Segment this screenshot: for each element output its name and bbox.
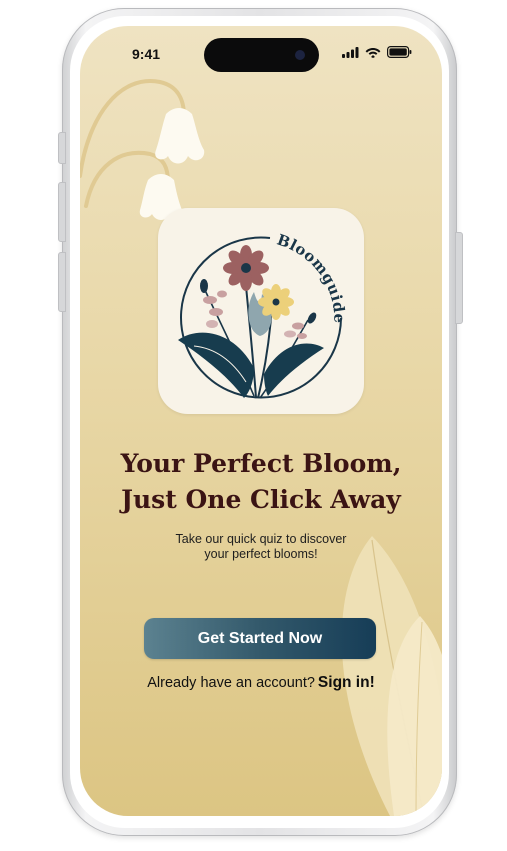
hero-headline-line2: Just One Click Away — [121, 485, 401, 514]
leaf-decoration-icon — [341, 536, 442, 816]
phone-power-button — [455, 232, 463, 324]
signin-prompt: Already have an account? — [147, 675, 315, 691]
phone-volume-up-button — [58, 182, 66, 242]
camera-icon — [295, 50, 305, 60]
status-icons — [342, 46, 412, 58]
wifi-icon — [365, 48, 381, 58]
hero-headline-line1: Your Perfect Bloom, — [120, 449, 402, 478]
phone-volume-down-button — [58, 252, 66, 312]
hero-subtext-line2: your perfect blooms! — [204, 547, 318, 561]
dynamic-island — [204, 38, 319, 72]
get-started-button[interactable]: Get Started Now — [144, 618, 376, 659]
battery-icon — [387, 46, 412, 58]
app-screen: 9:41 Bloomguide Your Perfect Bloom, Just… — [80, 26, 442, 816]
app-icon-tile: Bloomguide — [158, 208, 364, 414]
phone-action-button — [58, 132, 66, 164]
cellular-signal-icon — [342, 46, 359, 58]
bouquet-logo-icon: Bloomguide — [178, 231, 348, 399]
status-time: 9:41 — [132, 46, 161, 62]
hero-subtext-line1: Take our quick quiz to discover — [175, 532, 347, 546]
signin-row: Already have an account? Sign in! — [80, 674, 442, 692]
signin-link[interactable]: Sign in! — [318, 674, 375, 691]
